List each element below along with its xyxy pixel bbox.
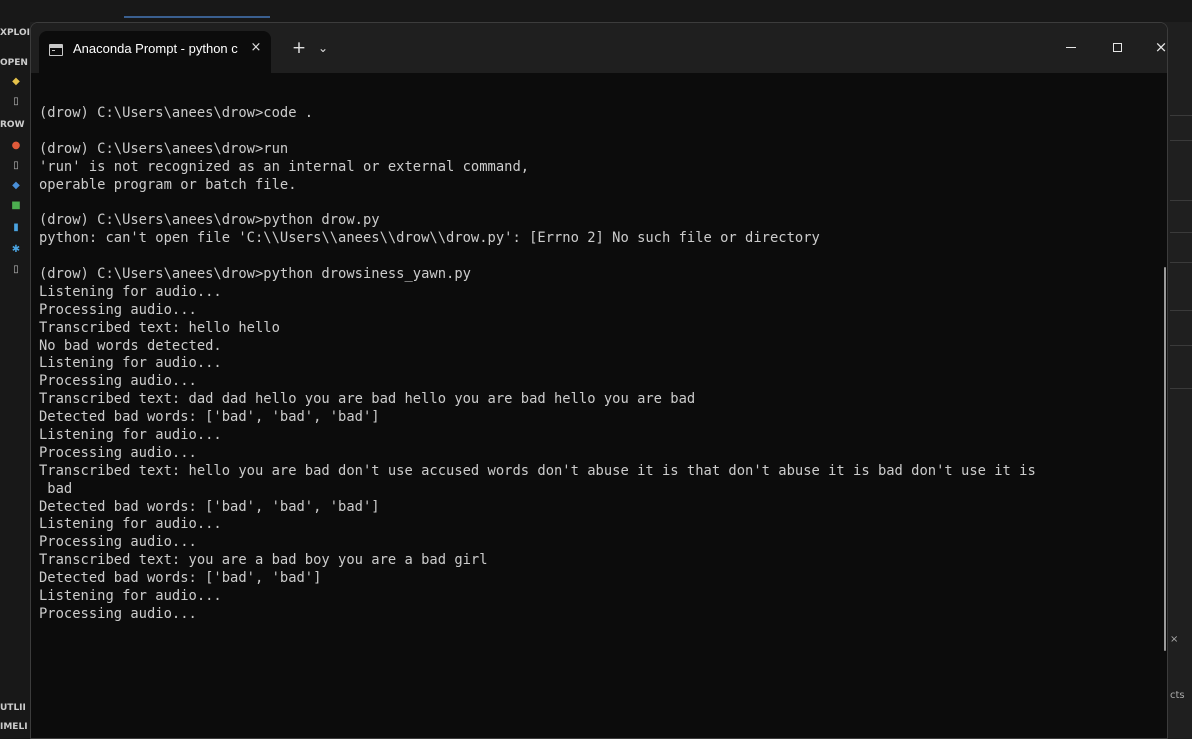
console-line: operable program or batch file. [39, 176, 297, 193]
vscode-explorer-label: XPLOI [0, 28, 30, 38]
minimap-line [1170, 388, 1192, 389]
minimap-line [1170, 345, 1192, 346]
file-icon[interactable]: ▯ [11, 264, 21, 275]
console-line: bad [39, 480, 73, 497]
console-line: Processing audio... [39, 444, 197, 461]
console-line: Listening for audio... [39, 283, 222, 300]
console-line: Processing audio... [39, 534, 197, 551]
vertical-scrollbar[interactable] [1164, 267, 1166, 651]
vscode-right-panel [1168, 22, 1192, 739]
minimap-line [1170, 310, 1192, 311]
console-line: Detected bad words: ['bad', 'bad'] [39, 570, 322, 587]
maximize-icon [1112, 42, 1122, 52]
console-line: Processing audio... [39, 605, 197, 622]
python-file-icon[interactable]: ◆ [11, 180, 21, 191]
terminal-icon [49, 44, 63, 56]
console-line: Listening for audio... [39, 355, 222, 372]
console-line: (drow) C:\Users\anees\drow>python drow.p… [39, 212, 380, 229]
console-line: (drow) C:\Users\anees\drow>run [39, 140, 289, 157]
vscode-timeline-label[interactable]: IMELI [0, 722, 30, 732]
console-line: Listening for audio... [39, 588, 222, 605]
console-line: Processing audio... [39, 373, 197, 390]
terminal-tab-title: Anaconda Prompt - python c [73, 41, 238, 56]
console-line: 'run' is not recognized as an internal o… [39, 158, 530, 175]
console-line: Processing audio... [39, 301, 197, 318]
minimize-icon [1066, 46, 1076, 48]
console-line: (drow) C:\Users\anees\drow>code . [39, 105, 314, 121]
vscode-active-tab-indicator [124, 16, 270, 18]
panel-tab-label[interactable]: cts [1170, 690, 1185, 701]
console-line: Transcribed text: hello hello [39, 319, 280, 336]
spreadsheet-file-icon[interactable]: ■ [11, 200, 21, 211]
chevron-down-icon[interactable]: ⌄ [313, 38, 333, 58]
minimap-line [1170, 200, 1192, 201]
minimap-line [1170, 232, 1192, 233]
new-tab-button[interactable]: + [289, 38, 309, 58]
terminal-window: Anaconda Prompt - python c × + ⌄ × (drow… [30, 22, 1168, 739]
data-file-icon[interactable]: ▮ [11, 222, 21, 233]
vscode-title-bar [0, 0, 1192, 22]
console-line: Transcribed text: you are a bad boy you … [39, 552, 488, 569]
maximize-button[interactable] [1097, 33, 1137, 61]
vscode-folder-label[interactable]: ROW [0, 120, 30, 130]
close-tab-icon[interactable]: × [247, 38, 265, 58]
console-line: Listening for audio... [39, 427, 222, 444]
minimap-line [1170, 140, 1192, 141]
file-icon[interactable]: ▯ [11, 96, 21, 107]
minimap-line [1170, 115, 1192, 116]
python-file-icon[interactable]: ◆ [11, 76, 21, 87]
panel-close-icon[interactable]: × [1170, 634, 1178, 645]
minimize-button[interactable] [1051, 33, 1091, 61]
vscode-open-editors-label[interactable]: OPEN I [0, 58, 30, 68]
console-line: (drow) C:\Users\anees\drow>python drowsi… [39, 266, 471, 283]
console-line: Detected bad words: ['bad', 'bad', 'bad'… [39, 498, 380, 515]
terminal-output[interactable]: (drow) C:\Users\anees\drow>code . (drow) … [39, 105, 1149, 624]
console-line: Detected bad words: ['bad', 'bad', 'bad'… [39, 409, 380, 426]
vscode-outline-label[interactable]: UTLII [0, 703, 30, 713]
terminal-tab-active[interactable]: Anaconda Prompt - python c × [39, 31, 271, 73]
console-line: Transcribed text: dad dad hello you are … [39, 391, 696, 408]
console-line: Transcribed text: hello you are bad don'… [39, 462, 1036, 479]
console-line: Listening for audio... [39, 516, 222, 533]
file-icon[interactable]: ▯ [11, 160, 21, 171]
git-file-icon[interactable]: ● [11, 140, 21, 151]
terminal-title-bar[interactable]: Anaconda Prompt - python c × + ⌄ × [31, 23, 1167, 73]
minimap-line [1170, 262, 1192, 263]
settings-file-icon[interactable]: ✱ [11, 244, 21, 255]
console-line: python: can't open file 'C:\\Users\\anee… [39, 230, 820, 247]
console-line: No bad words detected. [39, 337, 222, 354]
screen: XPLOI OPEN I ◆ ▯ ROW ● ▯ ◆ ■ ▮ ✱ ▯ UTLII… [0, 0, 1192, 739]
close-window-button[interactable]: × [1141, 33, 1167, 61]
